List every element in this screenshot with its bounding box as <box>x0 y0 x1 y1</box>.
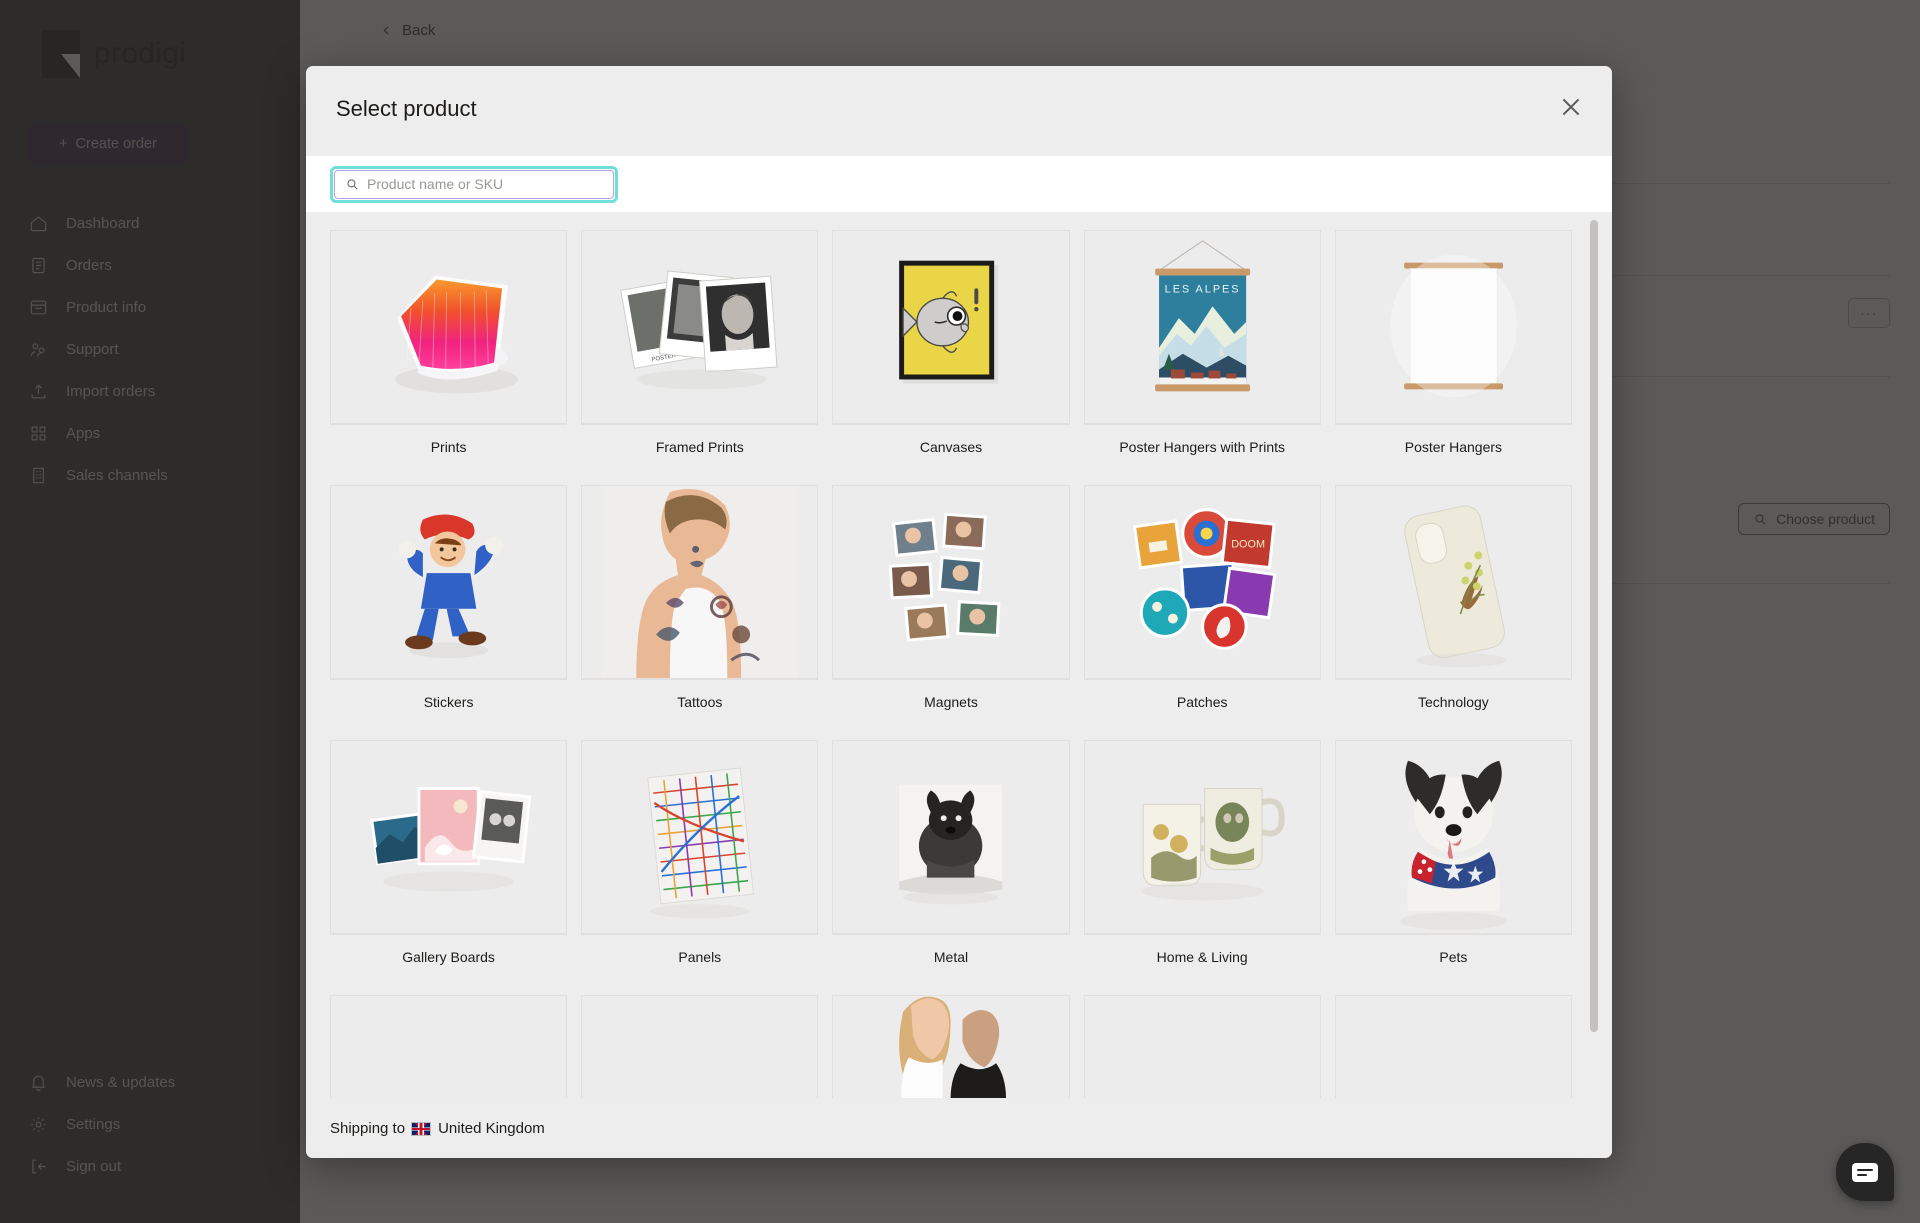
product-label: Pets <box>1334 934 1572 981</box>
product-tile-partial-1[interactable] <box>330 995 568 1098</box>
gallery-boards-art-icon <box>370 787 532 892</box>
metal-art-icon <box>899 784 1003 905</box>
search-input[interactable] <box>367 176 603 192</box>
product-image-partial-3 <box>832 995 1070 1098</box>
scrollbar-thumb[interactable] <box>1590 220 1598 1032</box>
product-tile-metal[interactable]: Metal <box>832 740 1070 981</box>
product-tile-stickers[interactable]: Stickers <box>330 485 568 726</box>
product-image-tattoos <box>581 485 819 679</box>
pets-art-icon <box>1399 760 1507 931</box>
product-image-partial-5 <box>1334 995 1572 1098</box>
patches-art-icon: DOOM <box>1132 508 1276 650</box>
product-label: Gallery Boards <box>330 934 568 981</box>
poster-hanger-blank-art-icon <box>1390 254 1517 398</box>
search-field[interactable] <box>334 169 614 199</box>
product-label: Metal <box>832 934 1070 981</box>
product-image-metal <box>832 740 1070 934</box>
product-tile-tattoos[interactable]: Tattoos <box>581 485 819 726</box>
search-focus-ring <box>330 165 618 203</box>
panels-art-icon <box>647 767 755 919</box>
product-tile-gallery-boards[interactable]: Gallery Boards <box>330 740 568 981</box>
modal-header: Select product <box>306 66 1612 156</box>
shipping-country: United Kingdom <box>438 1119 545 1137</box>
product-image-poster-hangers-with-prints: LES ALPES <box>1083 230 1321 424</box>
close-icon[interactable] <box>1558 94 1584 120</box>
app-root: prodigi + Create order Dashboard Orders … <box>0 0 1920 1223</box>
product-tile-prints[interactable]: Prints <box>330 230 568 471</box>
framed-prints-art-icon: POSTER <box>620 270 778 390</box>
product-image-partial-4 <box>1083 995 1321 1098</box>
product-image-pets <box>1334 740 1572 934</box>
search-bar <box>306 156 1612 212</box>
uk-flag-icon <box>411 1122 432 1136</box>
product-tile-technology[interactable]: Technology <box>1334 485 1572 726</box>
product-scroll-area[interactable]: Prints POSTER Framed Prints Canvases LES… <box>306 212 1612 1098</box>
product-tile-poster-hangers[interactable]: Poster Hangers <box>1334 230 1572 471</box>
canvases-art-icon <box>899 260 999 384</box>
shipping-prefix: Shipping to <box>330 1119 406 1137</box>
product-tile-framed-prints[interactable]: POSTER Framed Prints <box>581 230 819 471</box>
product-image-technology <box>1334 485 1572 679</box>
product-image-home-living <box>1083 740 1321 934</box>
tattoos-art-icon <box>600 486 799 678</box>
product-label: Magnets <box>832 679 1070 726</box>
product-image-prints <box>330 230 568 424</box>
poster-title-text: LES ALPES <box>1164 283 1240 295</box>
prints-art-icon <box>395 275 518 394</box>
product-label: Technology <box>1334 679 1572 726</box>
product-label: Tattoos <box>581 679 819 726</box>
product-label: Panels <box>581 934 819 981</box>
product-label: Poster Hangers <box>1334 424 1572 471</box>
product-image-magnets <box>832 485 1070 679</box>
stickers-art-icon <box>398 514 504 659</box>
product-image-panels <box>581 740 819 934</box>
chat-bubble-icon <box>1852 1162 1878 1182</box>
product-image-patches: DOOM <box>1083 485 1321 679</box>
product-label: Home & Living <box>1083 934 1321 981</box>
product-tile-magnets[interactable]: Magnets <box>832 485 1070 726</box>
product-image-stickers <box>330 485 568 679</box>
chat-widget-button[interactable] <box>1836 1143 1894 1201</box>
product-tile-panels[interactable]: Panels <box>581 740 819 981</box>
product-tile-partial-2[interactable] <box>581 995 819 1098</box>
mugs-art-icon <box>1140 788 1285 901</box>
poster-hanger-print-art-icon: LES ALPES <box>1154 240 1250 392</box>
product-tile-patches[interactable]: DOOM Patches <box>1083 485 1321 726</box>
product-label: Prints <box>330 424 568 471</box>
product-image-canvases <box>832 230 1070 424</box>
select-product-modal: Select product Product name or SKU Print… <box>306 66 1612 1158</box>
product-tile-partial-5[interactable] <box>1334 995 1572 1098</box>
product-image-gallery-boards <box>330 740 568 934</box>
product-tile-pets[interactable]: Pets <box>1334 740 1572 981</box>
search-icon <box>347 179 358 190</box>
product-image-poster-hangers <box>1334 230 1572 424</box>
product-label: Poster Hangers with Prints <box>1083 424 1321 471</box>
svg-text:DOOM: DOOM <box>1231 538 1265 550</box>
product-label: Stickers <box>330 679 568 726</box>
product-tile-home-living[interactable]: Home & Living <box>1083 740 1321 981</box>
magnets-art-icon <box>889 512 1001 642</box>
product-image-framed-prints: POSTER <box>581 230 819 424</box>
product-label: Framed Prints <box>581 424 819 471</box>
product-label: Canvases <box>832 424 1070 471</box>
phonecase-art-icon <box>1404 505 1507 668</box>
product-tile-poster-hangers-with-prints[interactable]: LES ALPES Poster Hangers with Prints <box>1083 230 1321 471</box>
modal-footer: Shipping to United Kingdom <box>306 1098 1612 1158</box>
product-tile-partial-3[interactable] <box>832 995 1070 1098</box>
product-tile-canvases[interactable]: Canvases <box>832 230 1070 471</box>
product-image-partial-1 <box>330 995 568 1098</box>
product-grid: Prints POSTER Framed Prints Canvases LES… <box>306 212 1612 1098</box>
product-tile-partial-4[interactable] <box>1083 995 1321 1098</box>
product-image-partial-2 <box>581 995 819 1098</box>
product-label: Patches <box>1083 679 1321 726</box>
modal-title: Select product <box>336 96 477 121</box>
